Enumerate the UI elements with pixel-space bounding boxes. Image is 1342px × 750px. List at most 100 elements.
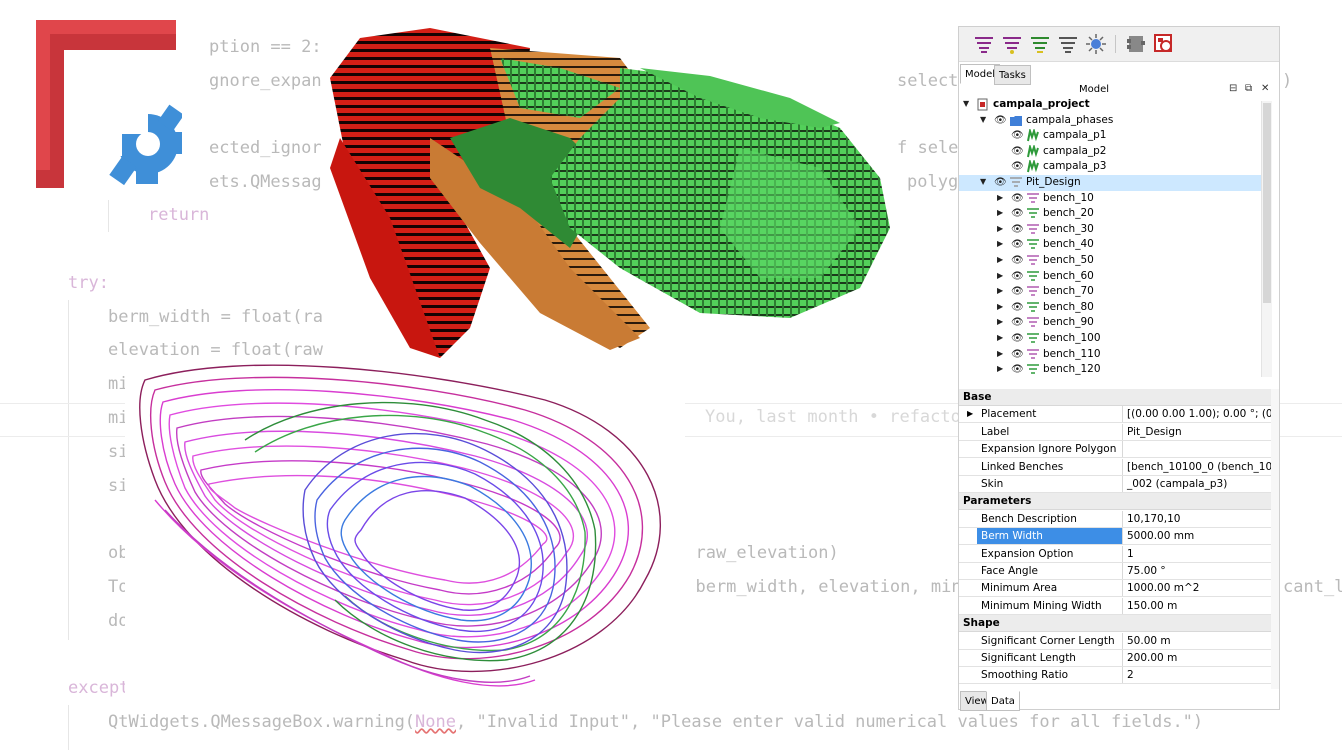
property-value[interactable] [1125,441,1271,457]
property-row[interactable]: Skin _002 (campala_p3) [959,476,1271,493]
visibility-eye-icon[interactable]: 👁 [1011,193,1024,204]
property-row[interactable]: Label Pit_Design [959,423,1271,441]
property-row[interactable]: Expansion Option 1 [959,545,1271,563]
expand-right-icon[interactable]: ▶ [997,349,1003,358]
code-line: return [148,205,210,225]
tree-item[interactable]: ▼ 👁 campala_phases [959,113,1267,129]
tree-item[interactable]: ▶ 👁 bench_110 [959,347,1267,363]
tree-item[interactable]: 👁 campala_p3 [959,159,1267,175]
property-row[interactable]: Linked Benches[bench_10100_0 (bench_10),… [959,458,1271,476]
property-value[interactable]: 10,170,10 [1125,511,1271,527]
tree-item[interactable]: ▶ 👁 bench_20 [959,206,1267,222]
property-row[interactable]: Significant Corner Length 50.00 m [959,632,1271,650]
expand-right-icon[interactable]: ▶ [997,208,1003,217]
property-row[interactable]: Minimum Area 1000.00 m^2 [959,580,1271,598]
expand-right-icon[interactable]: ▶ [997,255,1003,264]
property-group-header[interactable]: Shape [959,615,1271,633]
property-value[interactable]: Pit_Design [1125,424,1271,440]
sun-gear-icon[interactable] [1085,33,1107,55]
visibility-eye-icon[interactable]: 👁 [1011,146,1024,157]
expand-right-icon[interactable]: ▶ [997,286,1003,295]
tree-item[interactable]: ▶ 👁 bench_100 [959,331,1267,347]
property-value[interactable]: [(0.00 0.00 1.00); 0.00 °; (0.00 ... [1125,406,1271,422]
tree-item[interactable]: 👁 campala_p1 [959,128,1267,144]
property-value[interactable]: 150.00 m [1125,598,1271,614]
property-group-header[interactable]: Parameters [959,493,1271,511]
visibility-eye-icon[interactable]: 👁 [1011,239,1024,250]
property-row[interactable]: Face Angle 75.00 ° [959,563,1271,580]
bench-tool-2-icon[interactable] [1001,33,1023,55]
tree-item[interactable]: ▼ 👁 Pit_Design [959,175,1267,191]
property-row[interactable]: Minimum Mining Width 150.00 m [959,597,1271,615]
tree-item[interactable]: ▶ 👁 bench_70 [959,284,1267,300]
bench-tool-1-icon[interactable] [973,33,995,55]
visibility-eye-icon[interactable]: 👁 [1011,364,1024,375]
close-icon[interactable]: ✕ [1261,84,1271,94]
tree-item[interactable]: ▶ 👁 bench_60 [959,269,1267,285]
visibility-eye-icon[interactable]: 👁 [1011,302,1024,313]
dock-restore-icon[interactable]: ⧉ [1245,84,1255,94]
tab-data[interactable]: Data [986,691,1020,711]
tree-item[interactable]: ▶ 👁 bench_120 [959,362,1267,378]
property-value[interactable]: 2 [1125,667,1271,683]
tree-item[interactable]: ▶ 👁 bench_50 [959,253,1267,269]
expand-right-icon[interactable]: ▶ [997,271,1003,280]
expand-right-icon[interactable]: ▶ [997,364,1003,373]
visibility-eye-icon[interactable]: 👁 [1011,333,1024,344]
visibility-eye-icon[interactable]: 👁 [994,115,1007,126]
visibility-eye-icon[interactable]: 👁 [1011,161,1024,172]
tree-item[interactable]: ▶ 👁 bench_10 [959,191,1267,207]
expand-right-icon[interactable]: ▶ [997,333,1003,342]
tab-tasks[interactable]: Tasks [994,65,1031,85]
dock-float-icon[interactable]: ⊟ [1229,84,1239,94]
property-value[interactable]: 1 [1125,546,1271,562]
export-tool-icon[interactable] [1153,33,1175,55]
expand-right-icon[interactable]: ▶ [997,317,1003,326]
visibility-eye-icon[interactable]: 👁 [1011,271,1024,282]
property-value[interactable]: 5000.00 mm [1125,528,1271,544]
expand-right-icon[interactable]: ▶ [997,224,1003,233]
property-value[interactable]: _002 (campala_p3) [1125,476,1271,492]
visibility-eye-icon[interactable]: 👁 [1011,208,1024,219]
tree-item[interactable]: ▶ 👁 bench_80 [959,300,1267,316]
property-row[interactable]: Smoothing Ratio 2 [959,667,1271,685]
property-row[interactable]: ▶ Placement[(0.00 0.00 1.00); 0.00 °; (0.… [959,406,1271,424]
property-value[interactable]: 1000.00 m^2 [1125,580,1271,596]
property-value[interactable]: 75.00 ° [1125,563,1271,579]
tree-item[interactable]: 👁 campala_p2 [959,144,1267,160]
expand-right-icon[interactable]: ▶ [997,193,1003,202]
property-group-header[interactable]: Base [959,389,1271,406]
tree-scrollbar-thumb[interactable] [1263,103,1271,303]
expand-down-icon[interactable]: ▼ [963,99,969,108]
expand-right-icon[interactable]: ▶ [997,239,1003,248]
tree-item[interactable]: ▼ campala_project [959,97,1267,113]
property-value[interactable]: 50.00 m [1125,633,1271,649]
property-row[interactable]: Bench Description 10,170,10 [959,510,1271,528]
grid-tool-icon[interactable] [1125,33,1147,55]
bench-tool-3-icon[interactable] [1029,33,1051,55]
visibility-eye-icon[interactable]: 👁 [1011,130,1024,141]
property-name: Placement [977,406,1123,423]
visibility-eye-icon[interactable]: 👁 [994,177,1007,188]
visibility-eye-icon[interactable]: 👁 [1011,255,1024,266]
visibility-eye-icon[interactable]: 👁 [1011,349,1024,360]
expand-down-icon[interactable]: ▼ [980,177,986,186]
bench-tool-4-icon[interactable] [1057,33,1079,55]
property-scrollbar[interactable] [1271,389,1279,689]
tree-scrollbar[interactable] [1261,101,1272,377]
code-line: try: [68,273,109,293]
property-value[interactable]: [bench_10100_0 (bench_10), ... [1125,459,1271,475]
property-row[interactable]: Significant Length 200.00 m [959,650,1271,667]
visibility-eye-icon[interactable]: 👁 [1011,317,1024,328]
expand-right-icon[interactable]: ▶ [967,409,973,418]
visibility-eye-icon[interactable]: 👁 [1011,286,1024,297]
expand-down-icon[interactable]: ▼ [980,115,986,124]
property-row[interactable]: Expansion Ignore Polygon [959,441,1271,459]
tree-item[interactable]: ▶ 👁 bench_30 [959,222,1267,238]
visibility-eye-icon[interactable]: 👁 [1011,224,1024,235]
tree-item[interactable]: ▶ 👁 bench_40 [959,237,1267,253]
property-value[interactable]: 200.00 m [1125,650,1271,666]
tree-item[interactable]: ▶ 👁 bench_90 [959,315,1267,331]
property-row[interactable]: Berm Width 5000.00 mm [959,528,1271,546]
expand-right-icon[interactable]: ▶ [997,302,1003,311]
